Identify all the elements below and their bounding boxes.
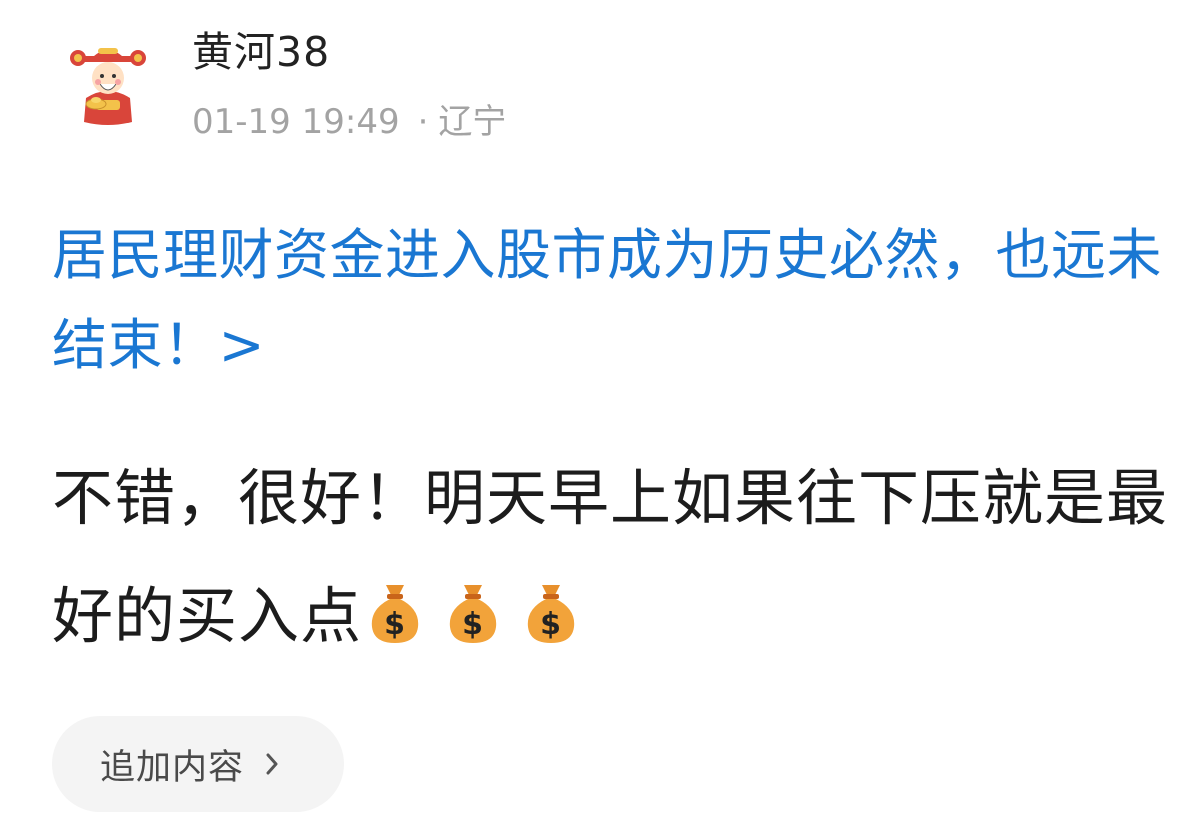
append-content-button[interactable]: 追加内容 <box>52 716 344 812</box>
svg-text:$: $ <box>462 607 484 642</box>
post-timestamp: 01-19 19:49 <box>192 102 400 142</box>
money-bag-icon: $ <box>527 585 575 643</box>
author-avatar[interactable] <box>62 38 154 130</box>
caishen-avatar-icon <box>70 48 146 125</box>
post-meta: 01-19 19:49 · 辽宁 <box>192 100 506 144</box>
linked-article-title[interactable]: 居民理财资金进入股市成为历史必然，也远未结束！> <box>52 210 1162 390</box>
svg-text:$: $ <box>384 607 406 642</box>
author-name[interactable]: 黄河38 <box>192 24 330 80</box>
post-body: 不错，很好！明天早上如果往下压就是最好的买入点 $ $ $ <box>52 440 1172 676</box>
svg-text:$: $ <box>540 607 562 642</box>
append-content-label: 追加内容 <box>100 747 245 788</box>
chevron-right-icon <box>266 753 278 775</box>
post-location: 辽宁 <box>438 102 507 142</box>
money-bag-icon: $ <box>449 585 497 643</box>
post-body-text: 不错，很好！明天早上如果往下压就是最好的买入点 <box>52 463 1169 652</box>
money-bag-icon: $ <box>371 585 419 643</box>
post-card: 黄河38 01-19 19:49 · 辽宁 居民理财资金进入股市成为历史必然，也远未… <box>0 0 1200 832</box>
meta-separator: · <box>417 102 429 142</box>
